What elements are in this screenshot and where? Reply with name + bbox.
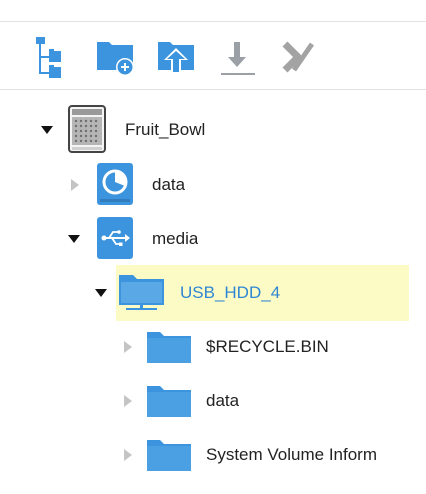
delete-icon (282, 41, 315, 73)
tree-node-label: System Volume Inform (206, 445, 378, 464)
collapse-arrow-icon[interactable] (40, 123, 54, 137)
tree-node-label: data (206, 391, 240, 410)
tree-node-data[interactable]: data (0, 163, 426, 213)
tree-node-system-volume-information[interactable]: System Volume Inform (0, 433, 426, 483)
new-folder-button[interactable] (95, 36, 137, 78)
download-icon (221, 42, 255, 75)
nas-device-icon (68, 105, 108, 160)
expand-arrow-icon[interactable] (121, 340, 135, 354)
shared-folder-icon (118, 272, 166, 317)
tree-node-label: $RECYCLE.BIN (206, 337, 329, 356)
collapse-arrow-icon[interactable] (67, 232, 81, 246)
toolbar (0, 22, 426, 89)
usb-icon (97, 217, 133, 264)
upload-button[interactable] (156, 36, 198, 78)
tree-node-fruit-bowl[interactable]: Fruit_Bowl (0, 105, 426, 155)
delete-button[interactable] (278, 36, 320, 78)
folder-tree-icon (36, 37, 61, 78)
expand-arrow-icon[interactable] (121, 448, 135, 462)
new-folder-icon (97, 42, 134, 76)
upload-icon (158, 42, 194, 74)
tree-node-label: media (152, 229, 199, 248)
tree-node-media[interactable]: media (0, 217, 426, 267)
collapse-arrow-icon[interactable] (94, 286, 108, 300)
folder-icon (146, 384, 192, 423)
expand-arrow-icon[interactable] (68, 178, 82, 192)
disk-icon (97, 163, 133, 210)
folder-tree-button[interactable] (34, 36, 76, 78)
tree-node-label: Fruit_Bowl (125, 120, 206, 139)
expand-arrow-icon[interactable] (121, 394, 135, 408)
tree-node-label: USB_HDD_4 (180, 283, 281, 302)
tree-node-data-folder[interactable]: data (0, 379, 426, 429)
tree-node-recycle-bin[interactable]: $RECYCLE.BIN (0, 325, 426, 375)
folder-icon (146, 330, 192, 369)
folder-tree: Fruit_Bowl data media USB_HDD_4 $RECYCLE… (0, 90, 426, 494)
tree-node-label: data (152, 175, 186, 194)
download-button[interactable] (217, 36, 259, 78)
tree-node-usb-hdd-4[interactable]: USB_HDD_4 (0, 265, 426, 321)
folder-icon (146, 438, 192, 477)
